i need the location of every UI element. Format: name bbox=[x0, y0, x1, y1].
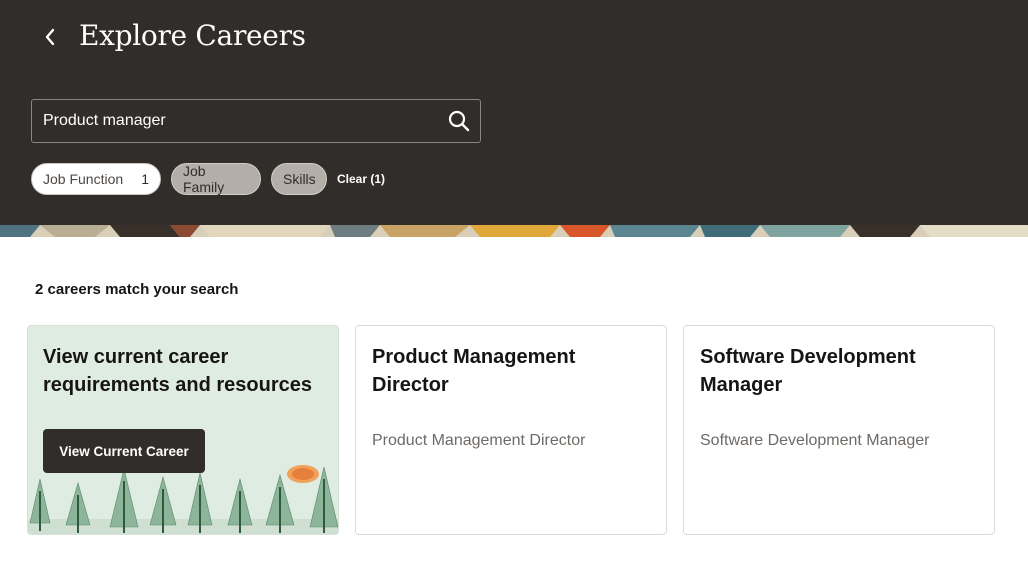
filter-chip-label: Job Function bbox=[43, 171, 124, 187]
promo-title: View current career requirements and res… bbox=[43, 346, 312, 396]
search-input[interactable] bbox=[43, 100, 433, 142]
career-card-title: Software Development Manager bbox=[700, 346, 916, 396]
current-career-promo-card: View current career requirements and res… bbox=[27, 325, 339, 535]
filter-chip-job-family[interactable]: Job Family bbox=[171, 163, 261, 195]
career-card-subtitle: Software Development Manager bbox=[700, 432, 930, 449]
career-card-title: Product Management Director bbox=[372, 346, 576, 396]
page-header: Explore Careers Job Function 1 Job Famil… bbox=[0, 0, 1028, 225]
chevron-left-icon bbox=[45, 28, 55, 46]
search-icon[interactable] bbox=[448, 110, 470, 132]
header-banner-art bbox=[0, 225, 1028, 237]
career-card-subtitle: Product Management Director bbox=[372, 432, 586, 449]
clear-filters-link[interactable]: Clear (1) bbox=[337, 172, 385, 186]
filter-chip-label: Skills bbox=[283, 171, 316, 187]
filter-chip-label: Job Family bbox=[183, 163, 225, 195]
page-title: Explore Careers bbox=[79, 19, 306, 52]
search-box bbox=[31, 99, 481, 143]
view-current-career-button[interactable]: View Current Career bbox=[43, 429, 205, 473]
career-card[interactable]: Product Management Director Product Mana… bbox=[355, 325, 667, 535]
results-count: 2 careers match your search bbox=[35, 281, 239, 298]
filter-chip-job-function[interactable]: Job Function 1 bbox=[31, 163, 161, 195]
filter-chip-skills[interactable]: Skills bbox=[271, 163, 327, 195]
filter-chip-count: 1 bbox=[141, 171, 149, 187]
career-card[interactable]: Software Development Manager Software De… bbox=[683, 325, 995, 535]
back-button[interactable] bbox=[36, 22, 64, 52]
